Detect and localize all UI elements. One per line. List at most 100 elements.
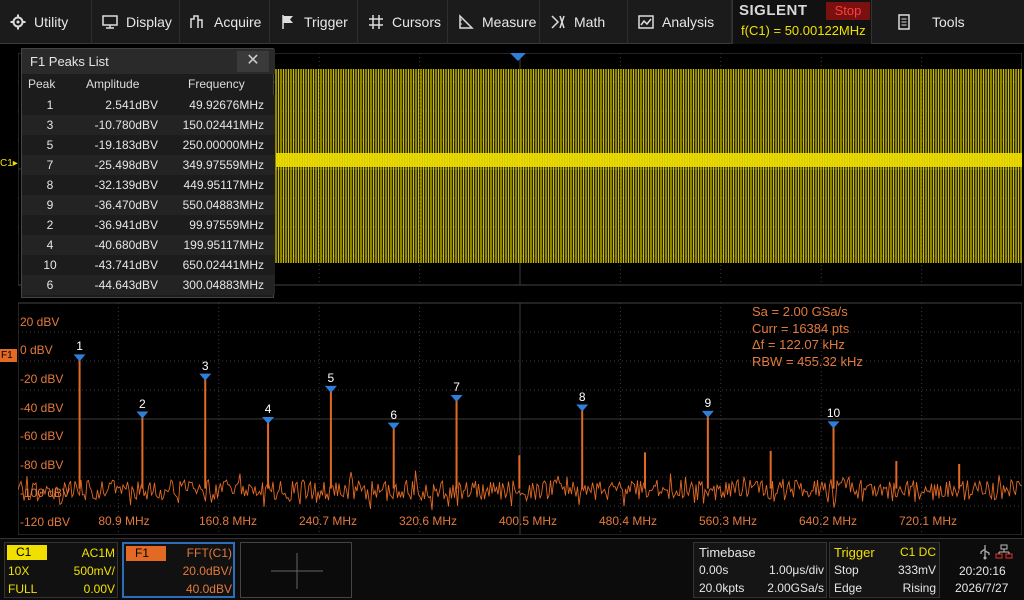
peak-amplitude: -32.139dBV xyxy=(94,178,158,192)
table-row[interactable]: 5 -19.183dBV 250.00000MHz xyxy=(22,135,275,155)
col-amplitude: Amplitude xyxy=(86,77,140,91)
ruler-icon xyxy=(459,14,474,29)
peak-index: 5 xyxy=(46,138,54,152)
peak-amplitude: -25.498dBV xyxy=(94,158,158,172)
c1-probe: 10X xyxy=(8,564,30,578)
rbw-text: RBW = 455.32 kHz xyxy=(752,353,863,369)
timebase-title: Timebase xyxy=(699,545,756,560)
menu-math-label: Math xyxy=(574,14,606,30)
peak-marker-icon xyxy=(827,421,840,429)
table-row[interactable]: 1 2.541dBV 49.92676MHz xyxy=(22,95,275,115)
run-stop-status[interactable]: Stop xyxy=(826,2,870,20)
col-frequency: Frequency xyxy=(188,77,245,91)
flag-icon xyxy=(282,15,293,29)
peak-number-label: 7 xyxy=(453,379,460,394)
table-row[interactable]: 2 -36.941dBV 99.97559MHz xyxy=(22,215,275,235)
menu-cursors[interactable]: Cursors xyxy=(358,0,448,44)
fft-info-panel: Sa = 2.00 GSa/s Curr = 16384 pts Δf = 12… xyxy=(752,304,863,370)
c1-channel-box[interactable]: C1 AC1M 10X 500mV/ FULL 0.00V xyxy=(4,542,118,598)
peak-frequency: 49.92676MHz xyxy=(189,98,264,112)
clock-time: 20:20:16 xyxy=(959,564,1006,578)
f1-offset: 40.0dBV xyxy=(185,582,232,596)
peak-number-label: 6 xyxy=(390,407,398,422)
menu-utility[interactable]: Utility xyxy=(0,0,92,44)
table-row[interactable]: 4 -40.680dBV 199.95117MHz xyxy=(22,235,275,255)
menu-cursors-label: Cursors xyxy=(392,14,442,30)
menu-math[interactable]: Math xyxy=(540,0,628,44)
table-row[interactable]: 8 -32.139dBV 449.95117MHz xyxy=(22,175,275,195)
dbv-label: -120 dBV xyxy=(20,515,71,529)
peak-marker-icon xyxy=(387,422,400,430)
add-channel-slot[interactable] xyxy=(240,542,352,598)
peak-number-label: 5 xyxy=(327,370,335,385)
peak-amplitude: -36.470dBV xyxy=(94,198,158,212)
menu-measure-label: Measure xyxy=(482,14,537,30)
peak-number-label: 1 xyxy=(76,339,83,354)
peak-frequency: 150.02441MHz xyxy=(182,118,264,132)
gear-icon xyxy=(10,14,26,30)
analysis-icon xyxy=(638,15,654,29)
menu-display[interactable]: Display xyxy=(92,0,180,44)
c1-offset-marker[interactable]: C1▸ xyxy=(0,158,18,169)
peaks-list-panel: F1 Peaks List ✕ Peak Amplitude Frequency… xyxy=(21,48,275,298)
peak-index: 9 xyxy=(46,198,54,212)
table-row[interactable]: 6 -44.643dBV 300.04883MHz xyxy=(22,275,275,295)
frequency-counter-readout: f(C1) = 50.00122MHz xyxy=(741,23,866,38)
col-peak: Peak xyxy=(28,77,56,91)
peak-number-label: 9 xyxy=(704,395,712,410)
menu-trigger[interactable]: Trigger xyxy=(270,0,358,44)
peak-marker-icon xyxy=(199,373,212,381)
network-icon xyxy=(995,544,1013,559)
peaks-table-body: 1 2.541dBV 49.92676MHz 3 -10.780dBV 150.0244… xyxy=(22,95,275,295)
timebase-scale: 1.00μs/div xyxy=(769,563,824,577)
menu-analysis[interactable]: Analysis xyxy=(628,0,732,44)
menu-acquire[interactable]: Acquire xyxy=(180,0,270,44)
f1-function: FFT(C1) xyxy=(186,546,232,560)
peak-frequency: 300.04883MHz xyxy=(182,278,264,292)
trigger-box[interactable]: Trigger C1 DC Stop 333mV Edge Rising xyxy=(829,542,940,598)
peak-marker-icon xyxy=(576,404,589,412)
table-row[interactable]: 3 -10.780dBV 150.02441MHz xyxy=(22,115,275,135)
peak-frequency: 449.95117MHz xyxy=(183,178,265,192)
peak-amplitude: -43.741dBV xyxy=(94,258,158,272)
peak-index: 1 xyxy=(46,98,54,112)
close-icon[interactable]: ✕ xyxy=(237,51,269,72)
menu-display-label: Display xyxy=(126,14,172,30)
monitor-icon xyxy=(102,15,118,29)
peak-amplitude: -10.780dBV xyxy=(94,118,158,132)
clock-box: 20:20:16 2026/7/27 xyxy=(945,542,1021,598)
peak-index: 10 xyxy=(43,258,57,272)
f1-function-box[interactable]: F1 FFT(C1) 20.0dBV/ 40.0dBV xyxy=(122,542,235,598)
peak-marker-icon xyxy=(73,354,86,362)
menu-tools[interactable]: Tools xyxy=(884,0,1024,44)
peak-frequency: 550.04883MHz xyxy=(182,198,264,212)
dbv-label: -60 dBV xyxy=(20,429,64,443)
peak-frequency: 250.00000MHz xyxy=(182,138,264,152)
dbv-label: -100 dBV xyxy=(20,486,71,500)
table-row[interactable]: 10 -43.741dBV 650.02441MHz xyxy=(22,255,275,275)
peak-amplitude: -44.643dBV xyxy=(94,278,158,292)
peak-marker-icon xyxy=(324,385,337,393)
c1-scale: 500mV/ xyxy=(73,564,115,578)
tools-icon xyxy=(898,14,910,30)
timebase-points: 20.0kpts xyxy=(699,581,745,595)
peak-number-label: 4 xyxy=(264,402,272,416)
freq-label: 320.6 MHz xyxy=(398,514,458,528)
f1-offset-marker[interactable]: F1 xyxy=(0,349,17,362)
c1-bandwidth: FULL xyxy=(8,582,38,596)
peak-marker-icon xyxy=(262,417,275,425)
menu-measure[interactable]: Measure xyxy=(448,0,540,44)
f1-scale: 20.0dBV/ xyxy=(182,564,232,578)
acquire-icon xyxy=(190,15,203,28)
peak-amplitude: -19.183dBV xyxy=(94,138,158,152)
timebase-box[interactable]: Timebase 0.00s 1.00μs/div 20.0kpts 2.00G… xyxy=(693,542,827,598)
f1-tag: F1 xyxy=(126,546,166,561)
c1-waveform-band xyxy=(276,153,1022,167)
c1-offset: 0.00V xyxy=(83,582,115,596)
trigger-type: Edge xyxy=(834,581,863,595)
dbv-label: -80 dBV xyxy=(20,458,64,472)
table-row[interactable]: 7 -25.498dBV 349.97559MHz xyxy=(22,155,275,175)
peak-number-label: 2 xyxy=(139,396,146,411)
peak-amplitude: -36.941dBV xyxy=(94,218,158,232)
table-row[interactable]: 9 -36.470dBV 550.04883MHz xyxy=(22,195,275,215)
